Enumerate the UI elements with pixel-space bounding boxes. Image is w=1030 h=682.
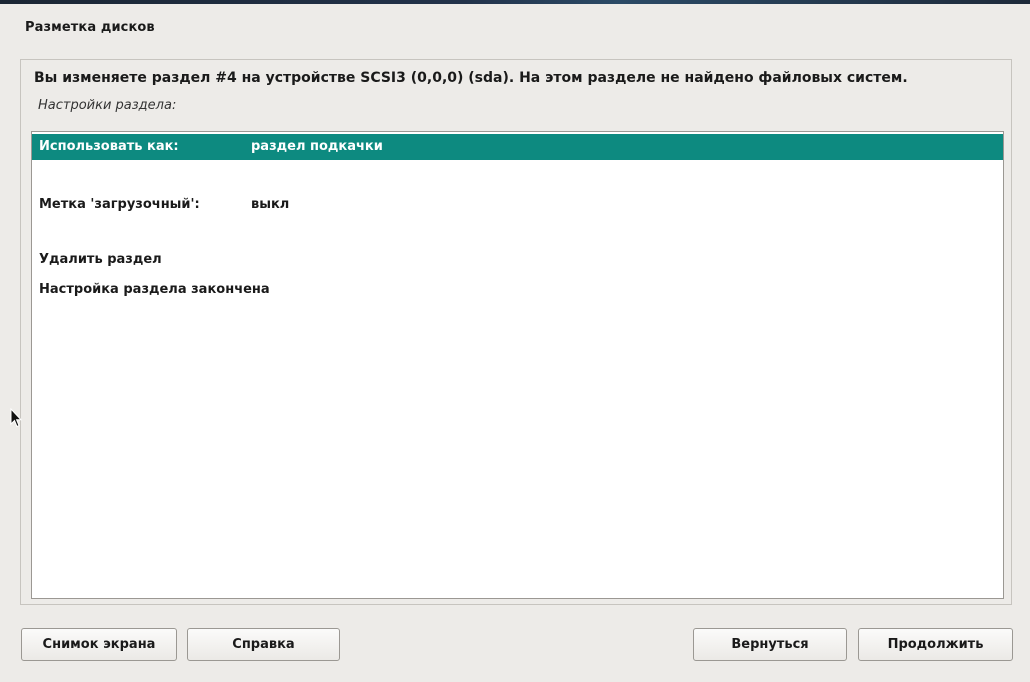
continue-button[interactable]: Продолжить: [858, 628, 1013, 661]
list-item-spacer: [32, 162, 1003, 188]
partition-settings-list[interactable]: Использовать как: раздел подкачки Метка '…: [31, 131, 1004, 599]
list-item-value: раздел подкачки: [251, 139, 383, 154]
help-button[interactable]: Справка: [187, 628, 340, 661]
dialog-panel: Вы изменяете раздел #4 на устройстве SCS…: [20, 59, 1012, 605]
list-item-value: выкл: [251, 197, 290, 212]
list-item-key: Использовать как:: [39, 139, 179, 154]
list-item-spacer: [32, 222, 1003, 248]
list-item-key: Удалить раздел: [39, 252, 162, 267]
mouse-pointer-icon: [10, 408, 22, 428]
list-item-bootable-flag[interactable]: Метка 'загрузочный': выкл: [32, 192, 1003, 218]
list-item-done-setting-up[interactable]: Настройка раздела закончена: [32, 277, 1003, 303]
screenshot-button[interactable]: Снимок экрана: [21, 628, 177, 661]
window-top-banner: [0, 0, 1030, 4]
list-item-key: Метка 'загрузочный':: [39, 197, 200, 212]
dialog-question: Вы изменяете раздел #4 на устройстве SCS…: [34, 70, 908, 86]
list-item-use-as[interactable]: Использовать как: раздел подкачки: [32, 134, 1003, 160]
page-title: Разметка дисков: [25, 20, 155, 35]
dialog-subtitle: Настройки раздела:: [38, 98, 177, 113]
list-item-delete-partition[interactable]: Удалить раздел: [32, 247, 1003, 273]
list-item-key: Настройка раздела закончена: [39, 282, 270, 297]
back-button[interactable]: Вернуться: [693, 628, 847, 661]
